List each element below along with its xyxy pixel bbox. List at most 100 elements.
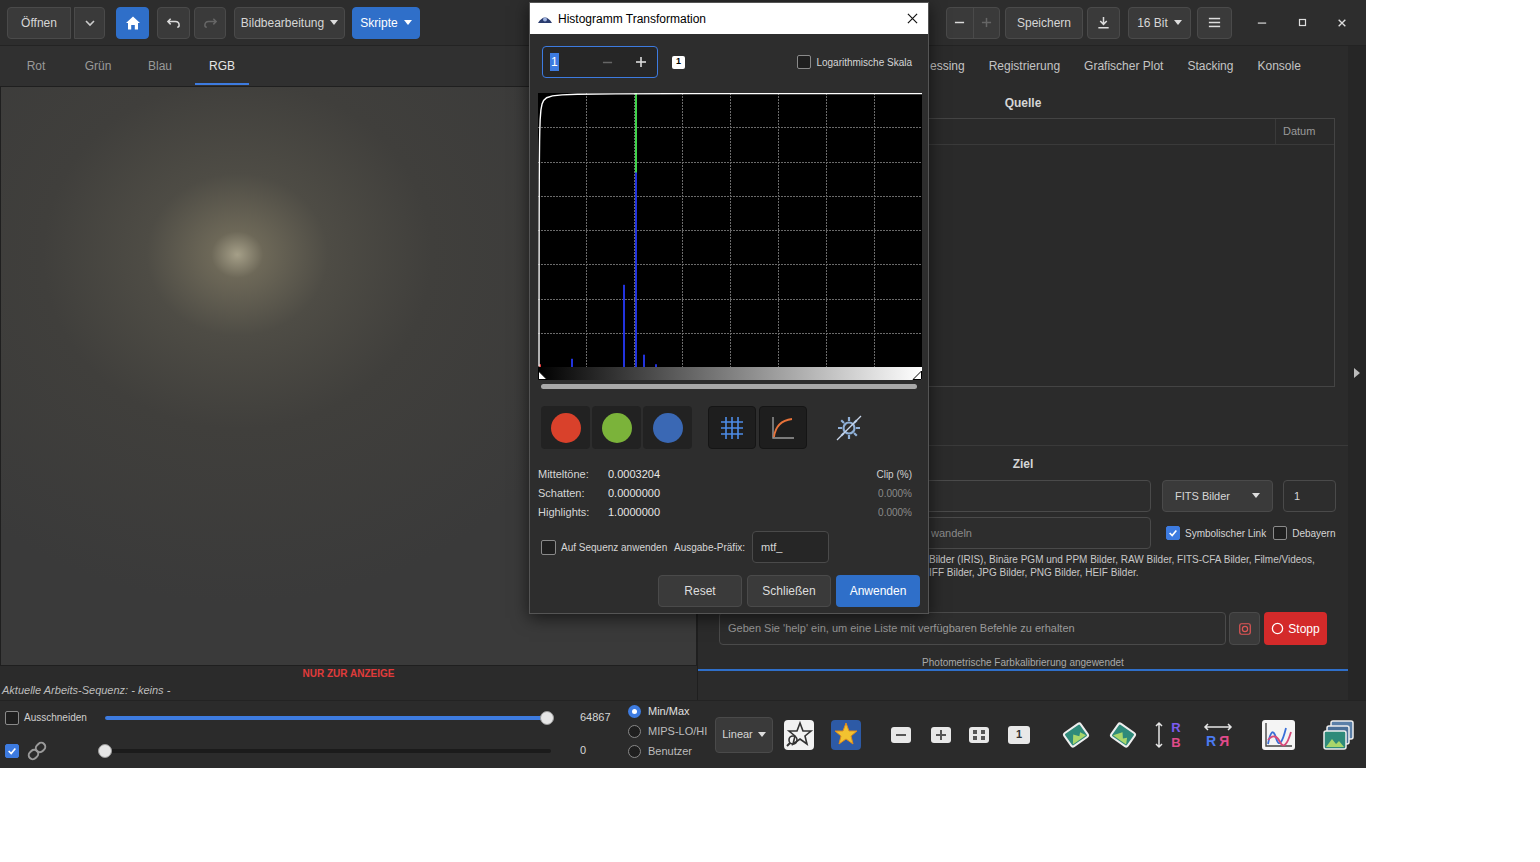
histogram-chart[interactable]	[538, 93, 922, 367]
column-header[interactable]: Datum	[1275, 119, 1334, 144]
zoom-value-field[interactable]: 1	[543, 47, 591, 77]
format-dropdown[interactable]: FITS Bilder	[1162, 480, 1273, 512]
panel-tab[interactable]: Grafischer Plot	[1084, 46, 1163, 86]
convert-field[interactable]: wandeln	[922, 517, 1151, 549]
link-checkbox[interactable]	[5, 744, 19, 758]
gradient-bar[interactable]	[538, 367, 922, 380]
dialog-button[interactable]: Reset	[658, 575, 742, 607]
channel-toggle[interactable]	[643, 406, 692, 449]
zoom-in-icon	[930, 724, 952, 746]
open-button[interactable]: Öffnen	[7, 7, 71, 39]
stat-label: Highlights:	[538, 504, 608, 521]
panel-tab[interactable]: Registrierung	[989, 46, 1060, 86]
mirror-y-button[interactable]: RR	[1200, 718, 1235, 752]
command-input[interactable]	[719, 612, 1226, 645]
curve-toggle[interactable]	[759, 406, 807, 449]
settings-button[interactable]	[831, 410, 866, 445]
scale-mode-option[interactable]: Benutzer	[628, 741, 713, 761]
panel-tab[interactable]: essing	[930, 46, 965, 86]
prefix-field[interactable]: mtf_	[752, 531, 829, 563]
crop-checkbox[interactable]	[5, 711, 19, 725]
zoom-minus-button[interactable]	[591, 47, 624, 77]
highlights-handle-icon[interactable]	[912, 370, 922, 380]
minimize-button[interactable]	[1250, 11, 1274, 35]
apply-sequence-checkbox[interactable]	[541, 540, 556, 555]
save-button[interactable]: Speichern	[1005, 7, 1083, 39]
start-index-value: 1	[1294, 488, 1300, 505]
slider-handle[interactable]	[540, 711, 554, 725]
color-calibration-button[interactable]	[830, 719, 862, 751]
debayer-checkbox[interactable]	[1273, 526, 1287, 540]
panel-toggle[interactable]	[1348, 46, 1366, 700]
start-index-field[interactable]: 1	[1283, 480, 1336, 512]
main-menu-button[interactable]	[1197, 7, 1232, 39]
undo-button[interactable]	[157, 7, 190, 39]
mirror-x-button[interactable]: RB	[1153, 718, 1187, 752]
plot-button[interactable]	[1260, 718, 1297, 752]
star-finder-button[interactable]	[783, 719, 815, 751]
radio-button[interactable]	[628, 745, 641, 758]
channel-tab[interactable]: RGB	[191, 46, 253, 86]
histogram-scrollbar[interactable]	[541, 384, 917, 389]
scripts-menu[interactable]: Skripte	[352, 7, 420, 39]
channel-toggle[interactable]	[592, 406, 641, 449]
stop-button[interactable]: Stopp	[1264, 612, 1327, 645]
grid-toggle[interactable]	[708, 406, 756, 449]
channel-tab[interactable]: Rot	[5, 46, 67, 86]
low-slider[interactable]	[98, 743, 558, 759]
zoom-fit-button[interactable]	[968, 724, 990, 746]
maximize-button[interactable]	[1290, 11, 1314, 35]
panel-tab[interactable]: Stacking	[1187, 46, 1233, 86]
high-slider[interactable]	[98, 710, 558, 726]
rotate-right-icon	[1107, 719, 1139, 751]
zoom-one-to-one-button[interactable]: 1	[1008, 726, 1030, 744]
home-button[interactable]	[116, 7, 149, 39]
rotate-left-button[interactable]	[1060, 719, 1092, 751]
radio-button[interactable]	[628, 725, 641, 738]
histogram-dialog: Histogramm Transformation 1 1 Logarithmi…	[529, 2, 929, 614]
zoom-out-button[interactable]	[947, 8, 973, 38]
debayer-label: Debayern	[1292, 526, 1335, 541]
scale-dropdown[interactable]: Linear	[715, 717, 773, 753]
image-processing-menu[interactable]: Bildbearbeitung	[234, 7, 345, 39]
scale-mode-option[interactable]: MIPS-LO/HI	[628, 721, 713, 741]
download-icon	[1096, 15, 1111, 30]
dialog-button[interactable]: Anwenden	[836, 575, 920, 607]
channel-toggle[interactable]	[541, 406, 590, 449]
symlink-checkbox[interactable]	[1166, 526, 1180, 540]
zoom-in-button[interactable]	[973, 8, 1000, 38]
zoom-in-button[interactable]	[930, 724, 952, 746]
histogram-bar	[635, 172, 637, 367]
output-name-field[interactable]	[922, 480, 1151, 512]
dialog-button[interactable]: Schließen	[747, 575, 831, 607]
dialog-close-button[interactable]	[904, 11, 920, 27]
zoom-plus-button[interactable]	[624, 47, 657, 77]
zoom-reset-button[interactable]: 1	[672, 56, 685, 69]
log-scale-checkbox[interactable]	[797, 55, 811, 69]
redo-button[interactable]	[194, 7, 226, 39]
rotate-right-button[interactable]	[1107, 719, 1139, 751]
dialog-title-bar[interactable]: Histogramm Transformation	[530, 3, 928, 34]
slider-handle[interactable]	[98, 744, 112, 758]
progress-line	[698, 669, 1348, 671]
save-as-button[interactable]	[1087, 7, 1120, 39]
display-only-label: NUR ZUR ANZEIGE	[0, 666, 697, 680]
bit-depth-menu[interactable]: 16 Bit	[1128, 7, 1191, 39]
rotate-left-icon	[1060, 719, 1092, 751]
panel-tab[interactable]: Konsole	[1257, 46, 1300, 86]
clear-log-button[interactable]	[1229, 612, 1260, 645]
output-row: Auf Sequenz anwenden Ausgabe-Präfix: mtf…	[538, 531, 920, 563]
channel-tab[interactable]: Grün	[67, 46, 129, 86]
close-icon	[907, 13, 918, 24]
button-label: Reset	[684, 582, 715, 600]
channel-tab[interactable]: Blau	[129, 46, 191, 86]
zoom-value: 1	[550, 53, 559, 71]
recent-files-button[interactable]	[74, 7, 105, 39]
zoom-out-button[interactable]	[890, 724, 912, 746]
close-button[interactable]	[1330, 11, 1354, 35]
scale-mode-option[interactable]: Min/Max	[628, 701, 713, 721]
letter: R	[1171, 720, 1180, 735]
radio-button[interactable]	[628, 705, 641, 718]
shadows-handle-icon[interactable]	[538, 370, 548, 380]
gallery-button[interactable]	[1322, 718, 1356, 752]
